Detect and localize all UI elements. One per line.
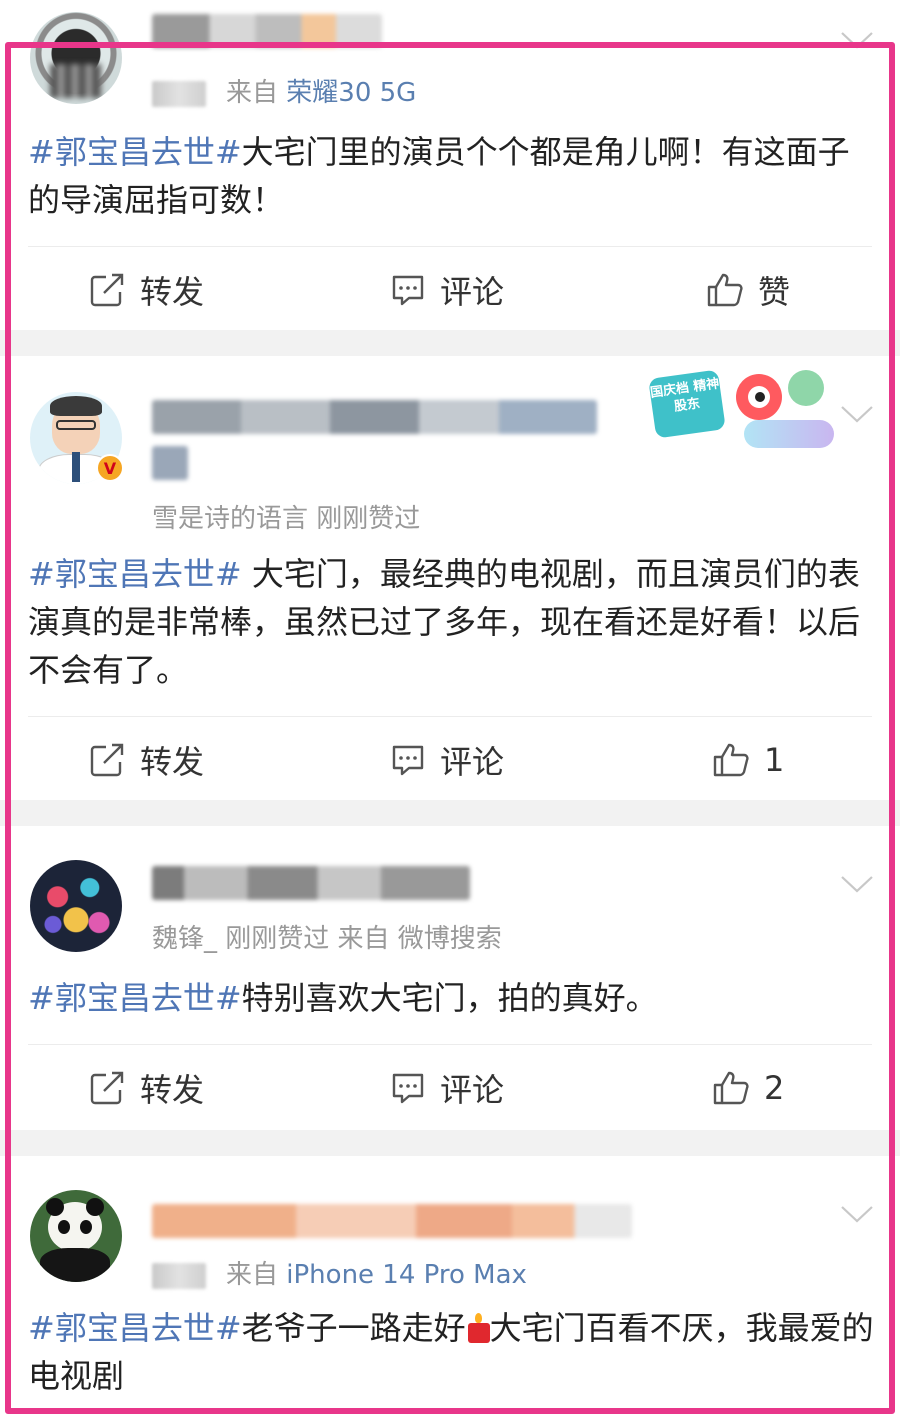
- comment-button[interactable]: 评论: [390, 730, 504, 790]
- time-blurred: [152, 1262, 206, 1289]
- avatar[interactable]: [30, 1190, 122, 1282]
- verified-badge-icon: V: [96, 454, 124, 482]
- festival-badge[interactable]: 国庆档 精神股东: [648, 368, 838, 452]
- post-meta: 来自 iPhone 14 Pro Max: [152, 1254, 527, 1291]
- repost-icon: [90, 743, 124, 777]
- topic-link[interactable]: #郭宝昌去世#: [28, 133, 242, 171]
- divider: [28, 246, 872, 247]
- username-blurred[interactable]: [152, 14, 382, 48]
- action-bar: 转发 评论 1: [0, 730, 900, 790]
- comment-icon: [392, 745, 424, 776]
- action-bar: 转发 评论 2: [0, 1058, 900, 1118]
- post-separator: [0, 330, 900, 356]
- repost-icon: [90, 1071, 124, 1105]
- username-blurred[interactable]: [152, 1204, 632, 1238]
- comment-icon: [392, 275, 424, 306]
- like-count: 1: [764, 741, 785, 779]
- post-separator: [0, 1130, 900, 1156]
- topic-link[interactable]: #郭宝昌去世#: [28, 555, 242, 593]
- repost-button[interactable]: 转发: [90, 260, 204, 320]
- post-meta: 雪是诗的语言 刚刚赞过: [152, 504, 421, 534]
- candle-emoji-icon: [466, 1313, 490, 1343]
- like-button[interactable]: 2: [712, 1058, 784, 1118]
- comment-icon: [392, 1073, 424, 1104]
- post-separator: [0, 800, 900, 826]
- action-bar: 转发 评论 赞: [0, 260, 900, 320]
- like-icon: [713, 743, 749, 777]
- like-icon: [707, 273, 743, 307]
- repost-icon: [90, 273, 124, 307]
- time-blurred: [152, 80, 206, 107]
- avatar[interactable]: [30, 12, 122, 104]
- comment-button[interactable]: 评论: [390, 260, 504, 320]
- post-card-2: V 国庆档 精神股东 雪是诗的语言 刚刚赞过 #郭宝昌去世# 大宅门，最经典的电…: [0, 356, 900, 800]
- chevron-down-icon[interactable]: [840, 1204, 874, 1224]
- username-blurred[interactable]: [152, 866, 470, 900]
- post-text: #郭宝昌去世#特别喜欢大宅门，拍的真好。: [28, 979, 658, 1017]
- like-count: 2: [764, 1069, 785, 1107]
- repost-button[interactable]: 转发: [90, 1058, 204, 1118]
- topic-link[interactable]: #郭宝昌去世#: [28, 1309, 242, 1347]
- post-card-3: 魏锋_ 刚刚赞过 来自 微博搜索 #郭宝昌去世#特别喜欢大宅门，拍的真好。 转发…: [0, 826, 900, 1130]
- post-meta: 来自 荣耀30 5G: [152, 72, 416, 109]
- comment-button[interactable]: 评论: [390, 1058, 504, 1118]
- repost-button[interactable]: 转发: [90, 730, 204, 790]
- like-icon: [713, 1071, 749, 1105]
- post-source[interactable]: iPhone 14 Pro Max: [286, 1260, 527, 1290]
- divider: [28, 1044, 872, 1045]
- badge-text: 国庆档 精神股东: [648, 369, 726, 439]
- username-blurred[interactable]: [152, 400, 597, 434]
- post-card-4: 来自 iPhone 14 Pro Max #郭宝昌去世#老爷子一路走好 大宅门百看…: [0, 1156, 900, 1420]
- like-button[interactable]: 1: [712, 730, 784, 790]
- post-text: #郭宝昌去世# 大宅门，最经典的电视剧，而且演员们的表演真的是非常棒，虽然已过了…: [28, 555, 861, 689]
- username-blurred-line2[interactable]: [152, 446, 188, 480]
- avatar[interactable]: [30, 860, 122, 952]
- post-text: #郭宝昌去世#老爷子一路走好 大宅门百看不厌，我最爱的电视剧: [28, 1309, 874, 1395]
- chevron-down-icon[interactable]: [840, 874, 874, 894]
- divider: [28, 716, 872, 717]
- topic-link[interactable]: #郭宝昌去世#: [28, 979, 242, 1017]
- post-meta: 魏锋_ 刚刚赞过 来自 微博搜索: [152, 924, 502, 954]
- chevron-down-icon[interactable]: [840, 30, 874, 50]
- post-source[interactable]: 荣耀30 5G: [286, 78, 416, 108]
- like-button[interactable]: 赞: [706, 260, 790, 320]
- chevron-down-icon[interactable]: [840, 404, 874, 424]
- post-card-1: 来自 荣耀30 5G #郭宝昌去世#大宅门里的演员个个都是角儿啊！有这面子的导演…: [0, 0, 900, 330]
- post-text: #郭宝昌去世#大宅门里的演员个个都是角儿啊！有这面子的导演屈指可数！: [28, 133, 850, 219]
